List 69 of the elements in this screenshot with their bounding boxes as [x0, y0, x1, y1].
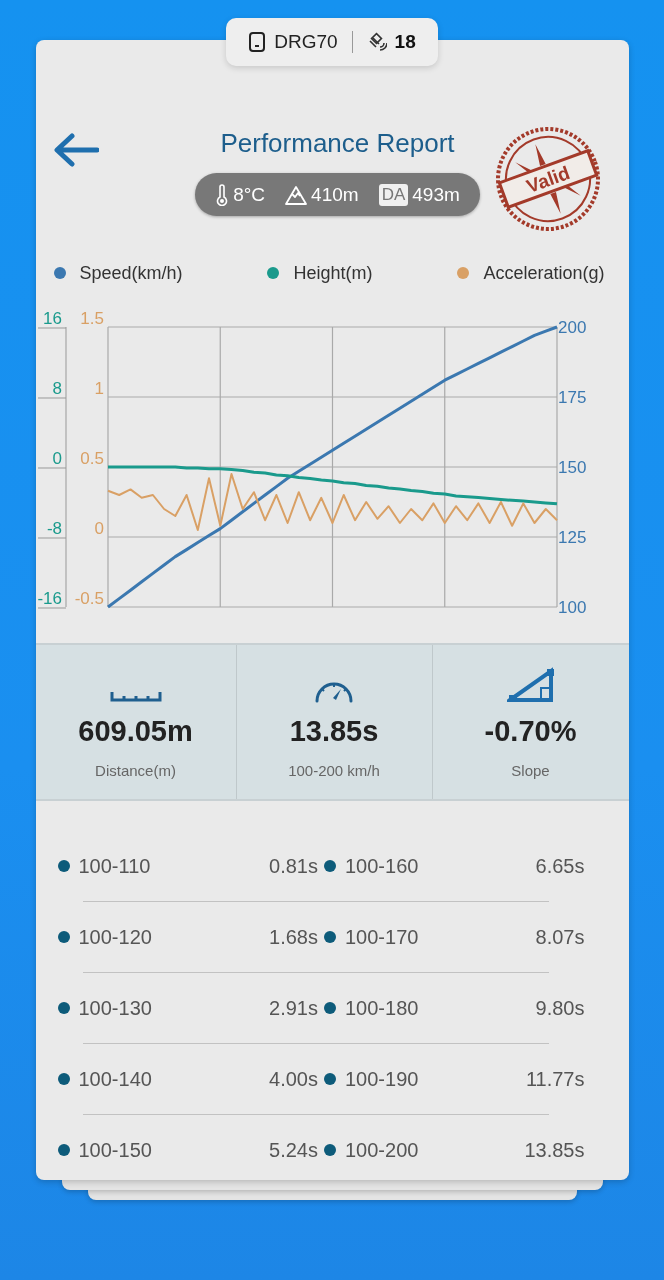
axis-label: -16: [36, 589, 62, 608]
legend-label: Height(m): [293, 262, 373, 284]
split-range: 100-170: [345, 925, 419, 949]
split-range: 100-190: [345, 1067, 419, 1091]
split-range: 100-140: [78, 1067, 152, 1091]
ruler-icon: [109, 689, 162, 703]
split-range: 100-150: [78, 1138, 152, 1162]
bullet-dot: [324, 1144, 336, 1156]
da-badge: DA: [378, 183, 409, 206]
bullet-dot: [57, 1073, 70, 1085]
bullet-dot: [57, 1002, 70, 1014]
axis-label: 125: [557, 528, 586, 547]
slope-icon: [506, 667, 555, 703]
axis-label: 200: [557, 318, 586, 337]
legend-label: Acceleration(g): [483, 262, 605, 284]
split-time: 0.81s: [269, 854, 318, 878]
axis-label: -8: [46, 519, 62, 538]
bullet-dot: [324, 860, 336, 872]
split-time: 13.85s: [524, 1138, 585, 1162]
condition-value: 493m: [412, 183, 460, 206]
satellite-count: 18: [394, 31, 416, 53]
device-icon: [248, 32, 267, 52]
axis-label: 100: [557, 598, 586, 617]
split-range: 100-200: [345, 1138, 419, 1162]
axis-label: 16: [42, 309, 62, 328]
page-title: Performance Report: [220, 128, 455, 159]
bullet-dot: [57, 860, 70, 872]
split-range: 100-110: [78, 854, 151, 878]
stat-value: -0.70%: [484, 715, 577, 748]
bullet-dot: [57, 1144, 70, 1156]
axis-label: 175: [557, 388, 586, 407]
axis-label: 0: [52, 449, 62, 468]
condition-value: 410m: [311, 183, 359, 206]
axis-label: 8: [52, 379, 62, 398]
axis-label: 0.5: [79, 449, 104, 468]
bullet-dot: [324, 1073, 336, 1085]
bullet-dot: [324, 931, 336, 943]
split-range: 100-160: [345, 854, 419, 878]
device-name: DRG70: [274, 31, 338, 53]
stat-value: 609.05m: [78, 715, 193, 748]
split-time: 2.91s: [269, 996, 318, 1020]
split-range: 100-180: [345, 996, 419, 1020]
split-range: 100-120: [78, 925, 152, 949]
axis-label: 1: [94, 379, 104, 398]
stat-label: Distance(m): [95, 762, 176, 779]
bullet-dot: [57, 931, 70, 943]
legend-label: Speed(km/h): [79, 262, 183, 284]
axis-label: 150: [557, 458, 586, 477]
split-time: 9.80s: [535, 996, 585, 1020]
stat-label: 100-200 km/h: [288, 762, 380, 779]
thermometer-icon: [215, 183, 230, 206]
split-range: 100-130: [78, 996, 152, 1020]
satellite-icon: [366, 32, 387, 52]
axis-label: -0.5: [74, 589, 104, 608]
stat-value: 13.85s: [289, 715, 379, 748]
split-time: 5.24s: [269, 1138, 318, 1162]
split-time: 8.07s: [535, 925, 585, 949]
split-time: 6.65s: [535, 854, 585, 878]
split-time: 4.00s: [269, 1067, 318, 1091]
stat-label: Slope: [511, 762, 550, 779]
split-time: 1.68s: [269, 925, 318, 949]
axis-label: 0: [94, 519, 104, 538]
back-button[interactable]: [52, 132, 101, 168]
bullet-dot: [324, 1002, 336, 1014]
condition-value: 8°C: [233, 183, 266, 206]
back-arrow-icon: [52, 133, 99, 167]
axis-label: 1.5: [79, 309, 104, 328]
mountain-icon: [285, 184, 308, 205]
split-time: 11.77s: [525, 1067, 585, 1091]
